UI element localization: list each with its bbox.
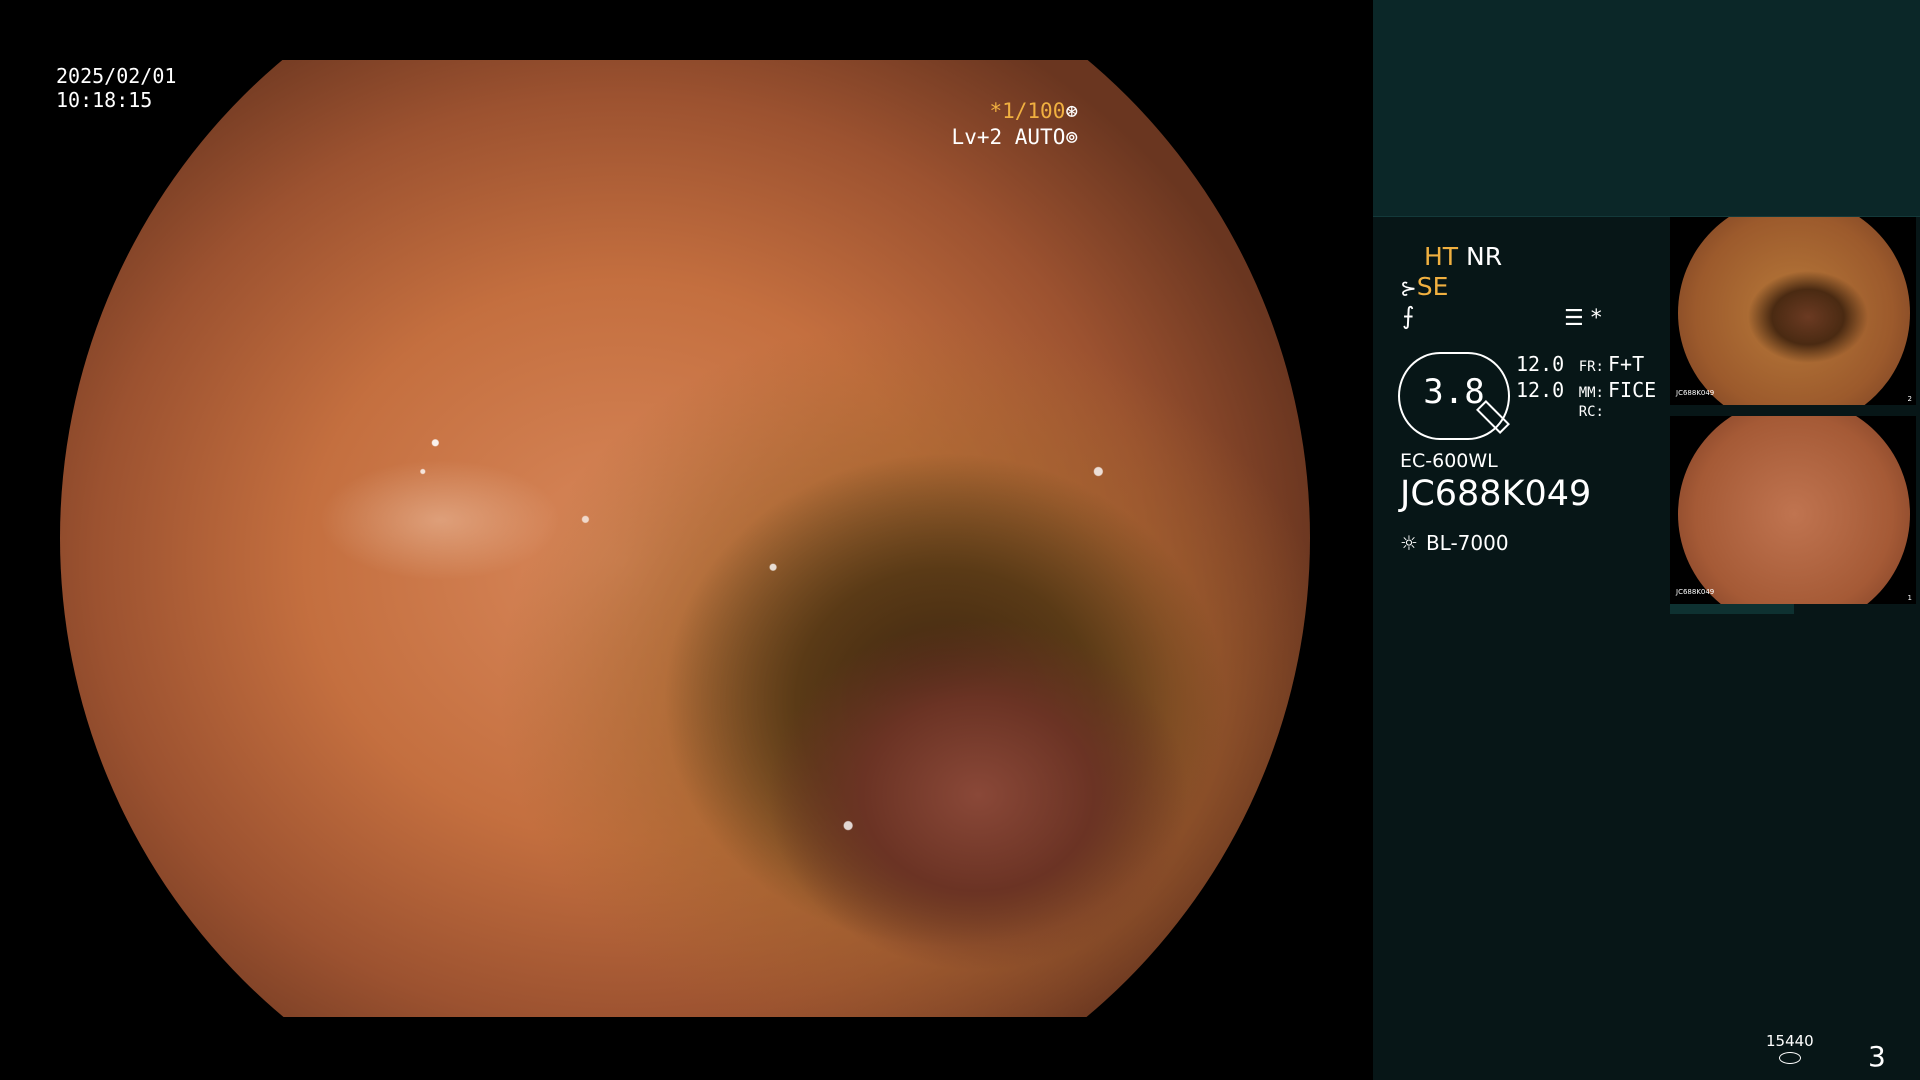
- setting-row: 12.0 MM: FICE: [1516, 378, 1656, 404]
- shutter-info: *1/100⊛ Lv+2 AUTO⊚: [952, 98, 1078, 150]
- thumbnail-caption: JC688K049: [1676, 588, 1715, 596]
- zoom-gauge: 3.8: [1398, 352, 1510, 440]
- setting-label: MM:: [1578, 385, 1604, 401]
- page-number: 3: [1868, 1040, 1886, 1073]
- setting-num: 12.0: [1516, 378, 1565, 402]
- thumbnail-index: 1: [1907, 594, 1912, 602]
- thumbnail-index: 2: [1907, 395, 1912, 403]
- date-text: 2025/02/01: [56, 64, 177, 88]
- scope-angle-icon: ⊱: [1400, 276, 1417, 300]
- setting-row: RC:: [1516, 404, 1656, 430]
- image-counter: 15440: [1766, 1032, 1814, 1064]
- light-source: ☼ BL-7000: [1400, 531, 1509, 555]
- light-level: Lv+2 AUTO: [951, 125, 1066, 149]
- thumbnail[interactable]: JC688K049 1: [1670, 416, 1916, 604]
- setting-label: FR:: [1578, 359, 1604, 375]
- shutter-speed: *1/100: [989, 99, 1066, 123]
- scope-model: EC-600WL: [1400, 450, 1498, 472]
- thumbnail-caption: JC688K049: [1676, 389, 1715, 397]
- se-label: SE: [1416, 272, 1449, 301]
- thumbnail-image: [1678, 217, 1910, 405]
- aperture-icon: ⊛: [1065, 99, 1078, 123]
- thumbnail-image: [1678, 416, 1910, 604]
- thumbnail-bar: [1670, 604, 1794, 614]
- f-function-icon: ⨍: [1402, 302, 1415, 330]
- auto-icon: ⊚: [1065, 125, 1078, 149]
- ht-label: HT: [1424, 242, 1459, 271]
- setting-value: FICE: [1608, 378, 1657, 402]
- nr-label: NR: [1466, 242, 1503, 271]
- se-status: ⊱SE: [1400, 272, 1448, 301]
- storage-icon: [1778, 1052, 1801, 1064]
- right-panel-header: [1373, 0, 1920, 217]
- scope-serial: JC688K049: [1400, 474, 1592, 514]
- settings-list: 12.0 FR: F+T 12.0 MM: FICE RC:: [1516, 352, 1656, 430]
- status-icons: ☰ *: [1564, 306, 1602, 331]
- setting-value: F+T: [1608, 352, 1645, 376]
- time-text: 10:18:15: [56, 88, 153, 112]
- asterisk-icon: *: [1590, 306, 1602, 331]
- light-source-label: BL-7000: [1425, 531, 1509, 555]
- menu-icon: ☰: [1564, 306, 1584, 331]
- timestamp: 2025/02/01 10:18:15: [56, 64, 176, 112]
- thumbnail[interactable]: JC688K049 2: [1670, 217, 1916, 405]
- sun-icon: ☼: [1400, 531, 1418, 555]
- counter-value: 15440: [1766, 1032, 1814, 1050]
- endoscope-image: [60, 60, 1310, 1017]
- setting-num: 12.0: [1516, 352, 1565, 376]
- setting-row: 12.0 FR: F+T: [1516, 352, 1656, 378]
- ht-nr-status: HT NR: [1424, 242, 1502, 271]
- setting-label: RC:: [1578, 404, 1604, 420]
